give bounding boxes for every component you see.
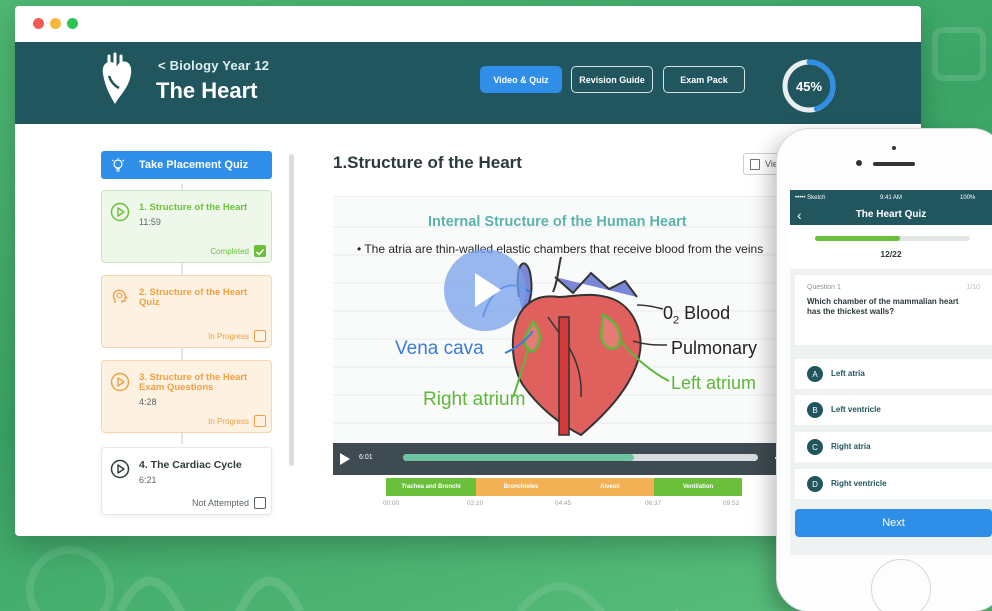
phone-speaker bbox=[873, 162, 915, 166]
label-vena-cava: Vena cava bbox=[395, 338, 484, 359]
lesson-status: Not Attempted bbox=[191, 498, 249, 508]
minimize-window-button[interactable] bbox=[50, 18, 61, 29]
tab-revision-guide[interactable]: Revision Guide bbox=[571, 66, 653, 93]
question-card: Question 1 1/10 Which chamber of the mam… bbox=[795, 275, 992, 345]
chapter-segment[interactable]: Trachea and Bronchi bbox=[386, 478, 476, 496]
heart-logo-icon bbox=[102, 52, 132, 104]
lesson-title: 1. Structure of the Heart bbox=[139, 202, 248, 213]
take-placement-quiz-button[interactable]: Take Placement Quiz bbox=[101, 151, 272, 179]
battery: 100% bbox=[960, 195, 976, 201]
phone-screen: ••••• Sketch 9:41 AM 100% ‹ The Heart Qu… bbox=[790, 190, 992, 555]
quiz-progress: 12/22 bbox=[790, 225, 992, 269]
play-icon bbox=[110, 459, 130, 479]
video-player[interactable]: Internal Structure of the Human Heart • … bbox=[333, 196, 798, 448]
completed-checkbox[interactable] bbox=[254, 245, 266, 257]
phone-nav-bar: ‹ The Heart Quiz bbox=[790, 205, 992, 225]
video-seek-bar[interactable] bbox=[403, 454, 758, 461]
option-text: Right atria bbox=[831, 442, 871, 451]
notes-icon bbox=[750, 158, 760, 170]
close-window-button[interactable] bbox=[33, 18, 44, 29]
clock: 9:41 AM bbox=[880, 195, 903, 201]
check-icon bbox=[255, 248, 265, 256]
tab-exam-pack[interactable]: Exam Pack bbox=[663, 66, 745, 93]
video-seek-fill bbox=[403, 454, 634, 461]
option-letter: D bbox=[807, 476, 823, 492]
lesson-status: Completed bbox=[210, 247, 249, 256]
play-icon bbox=[110, 372, 130, 392]
quiz-progress-count: 12/22 bbox=[880, 249, 902, 259]
label-o2-blood: 02 Blood bbox=[663, 303, 731, 327]
lesson-duration: 4:28 bbox=[139, 397, 157, 407]
lesson-status: In Progress bbox=[208, 332, 249, 341]
lightbulb-icon bbox=[111, 158, 125, 172]
chapter-segment[interactable]: Bronchioles bbox=[476, 478, 566, 496]
lesson-title: 3. Structure of the Heart Exam Questions bbox=[139, 372, 248, 393]
answer-option-a[interactable]: A Left atria bbox=[795, 359, 992, 389]
lesson-card-2[interactable]: 2. Structure of the Heart Quiz In Progre… bbox=[101, 275, 272, 348]
option-letter: C bbox=[807, 439, 823, 455]
progress-checkbox[interactable] bbox=[254, 415, 266, 427]
not-attempted-checkbox[interactable] bbox=[254, 497, 266, 509]
phone-home-button[interactable] bbox=[871, 559, 931, 611]
answer-option-c[interactable]: C Right atria bbox=[795, 432, 992, 462]
lightbulb-head-icon bbox=[112, 289, 128, 303]
label-left-atrium: Left atrium bbox=[671, 373, 757, 393]
lesson-card-3[interactable]: 3. Structure of the Heart Exam Questions… bbox=[101, 360, 272, 433]
chapter-time: 00:00 bbox=[383, 500, 400, 507]
play-button[interactable] bbox=[340, 453, 350, 465]
current-time: 6:01 bbox=[359, 454, 373, 461]
lesson-card-1[interactable]: 1. Structure of the Heart 11:59 Complete… bbox=[101, 190, 272, 263]
lesson-title: 4. The Cardiac Cycle bbox=[139, 459, 242, 471]
placement-button-label: Take Placement Quiz bbox=[139, 159, 249, 171]
tab-video-quiz[interactable]: Video & Quiz bbox=[480, 66, 562, 93]
title-bar bbox=[15, 6, 921, 42]
chapter-time: 06:37 bbox=[645, 500, 662, 507]
chapter-segment[interactable]: Ventilation bbox=[654, 478, 742, 496]
lesson-status: In Progress bbox=[208, 417, 249, 426]
option-text: Left atria bbox=[831, 369, 865, 378]
progress-percent: 45% bbox=[795, 78, 823, 94]
section-title: 1.Structure of the Heart bbox=[333, 153, 522, 172]
video-controls: 6:01 bbox=[333, 443, 798, 475]
app-header: < Biology Year 12 The Heart Video & Quiz… bbox=[15, 42, 921, 124]
option-text: Left ventricle bbox=[831, 405, 881, 414]
label-pulmonary: Pulmonary bbox=[671, 338, 758, 358]
question-label: Question 1 bbox=[807, 284, 841, 291]
lesson-duration: 11:59 bbox=[139, 217, 161, 227]
quiz-progress-fill bbox=[815, 236, 901, 241]
chapter-times: 00:00 02:10 04:45 06:37 09:52 bbox=[383, 500, 745, 510]
chapter-time: 09:52 bbox=[723, 500, 740, 507]
carrier: ••••• Sketch bbox=[795, 195, 826, 201]
quiz-progress-bar bbox=[815, 236, 970, 241]
page-title: The Heart bbox=[156, 78, 258, 103]
play-overlay-button[interactable] bbox=[444, 249, 526, 331]
lesson-duration: 6:21 bbox=[139, 475, 157, 485]
option-letter: A bbox=[807, 366, 823, 382]
lesson-title: 2. Structure of the Heart Quiz bbox=[139, 287, 248, 308]
progress-checkbox[interactable] bbox=[254, 330, 266, 342]
breadcrumb[interactable]: < Biology Year 12 bbox=[158, 58, 269, 73]
next-button[interactable]: Next bbox=[795, 509, 992, 537]
chapter-bar: Trachea and Bronchi Bronchioles Alveoli … bbox=[386, 478, 742, 496]
chapter-segment[interactable]: Alveoli bbox=[566, 478, 654, 496]
question-text: Which chamber of the mammalian heart has… bbox=[807, 297, 959, 316]
phone-sensor bbox=[892, 146, 896, 150]
option-text: Right ventricle bbox=[831, 479, 887, 488]
answer-option-b[interactable]: B Left ventricle bbox=[795, 395, 992, 425]
maximize-window-button[interactable] bbox=[67, 18, 78, 29]
chapter-time: 04:45 bbox=[555, 500, 572, 507]
chapter-time: 02:10 bbox=[467, 500, 484, 507]
label-right-atrium: Right atrium bbox=[423, 389, 526, 410]
option-letter: B bbox=[807, 402, 823, 418]
play-icon bbox=[475, 273, 501, 307]
phone-camera bbox=[856, 160, 862, 166]
question-number: 1/10 bbox=[966, 284, 980, 291]
sidebar-scrollbar[interactable] bbox=[289, 154, 294, 466]
answer-option-d[interactable]: D Right ventricle bbox=[795, 469, 992, 499]
phone-nav-title: The Heart Quiz bbox=[855, 209, 927, 220]
play-icon bbox=[110, 202, 130, 222]
lesson-card-4[interactable]: 4. The Cardiac Cycle 6:21 Not Attempted bbox=[101, 447, 272, 515]
